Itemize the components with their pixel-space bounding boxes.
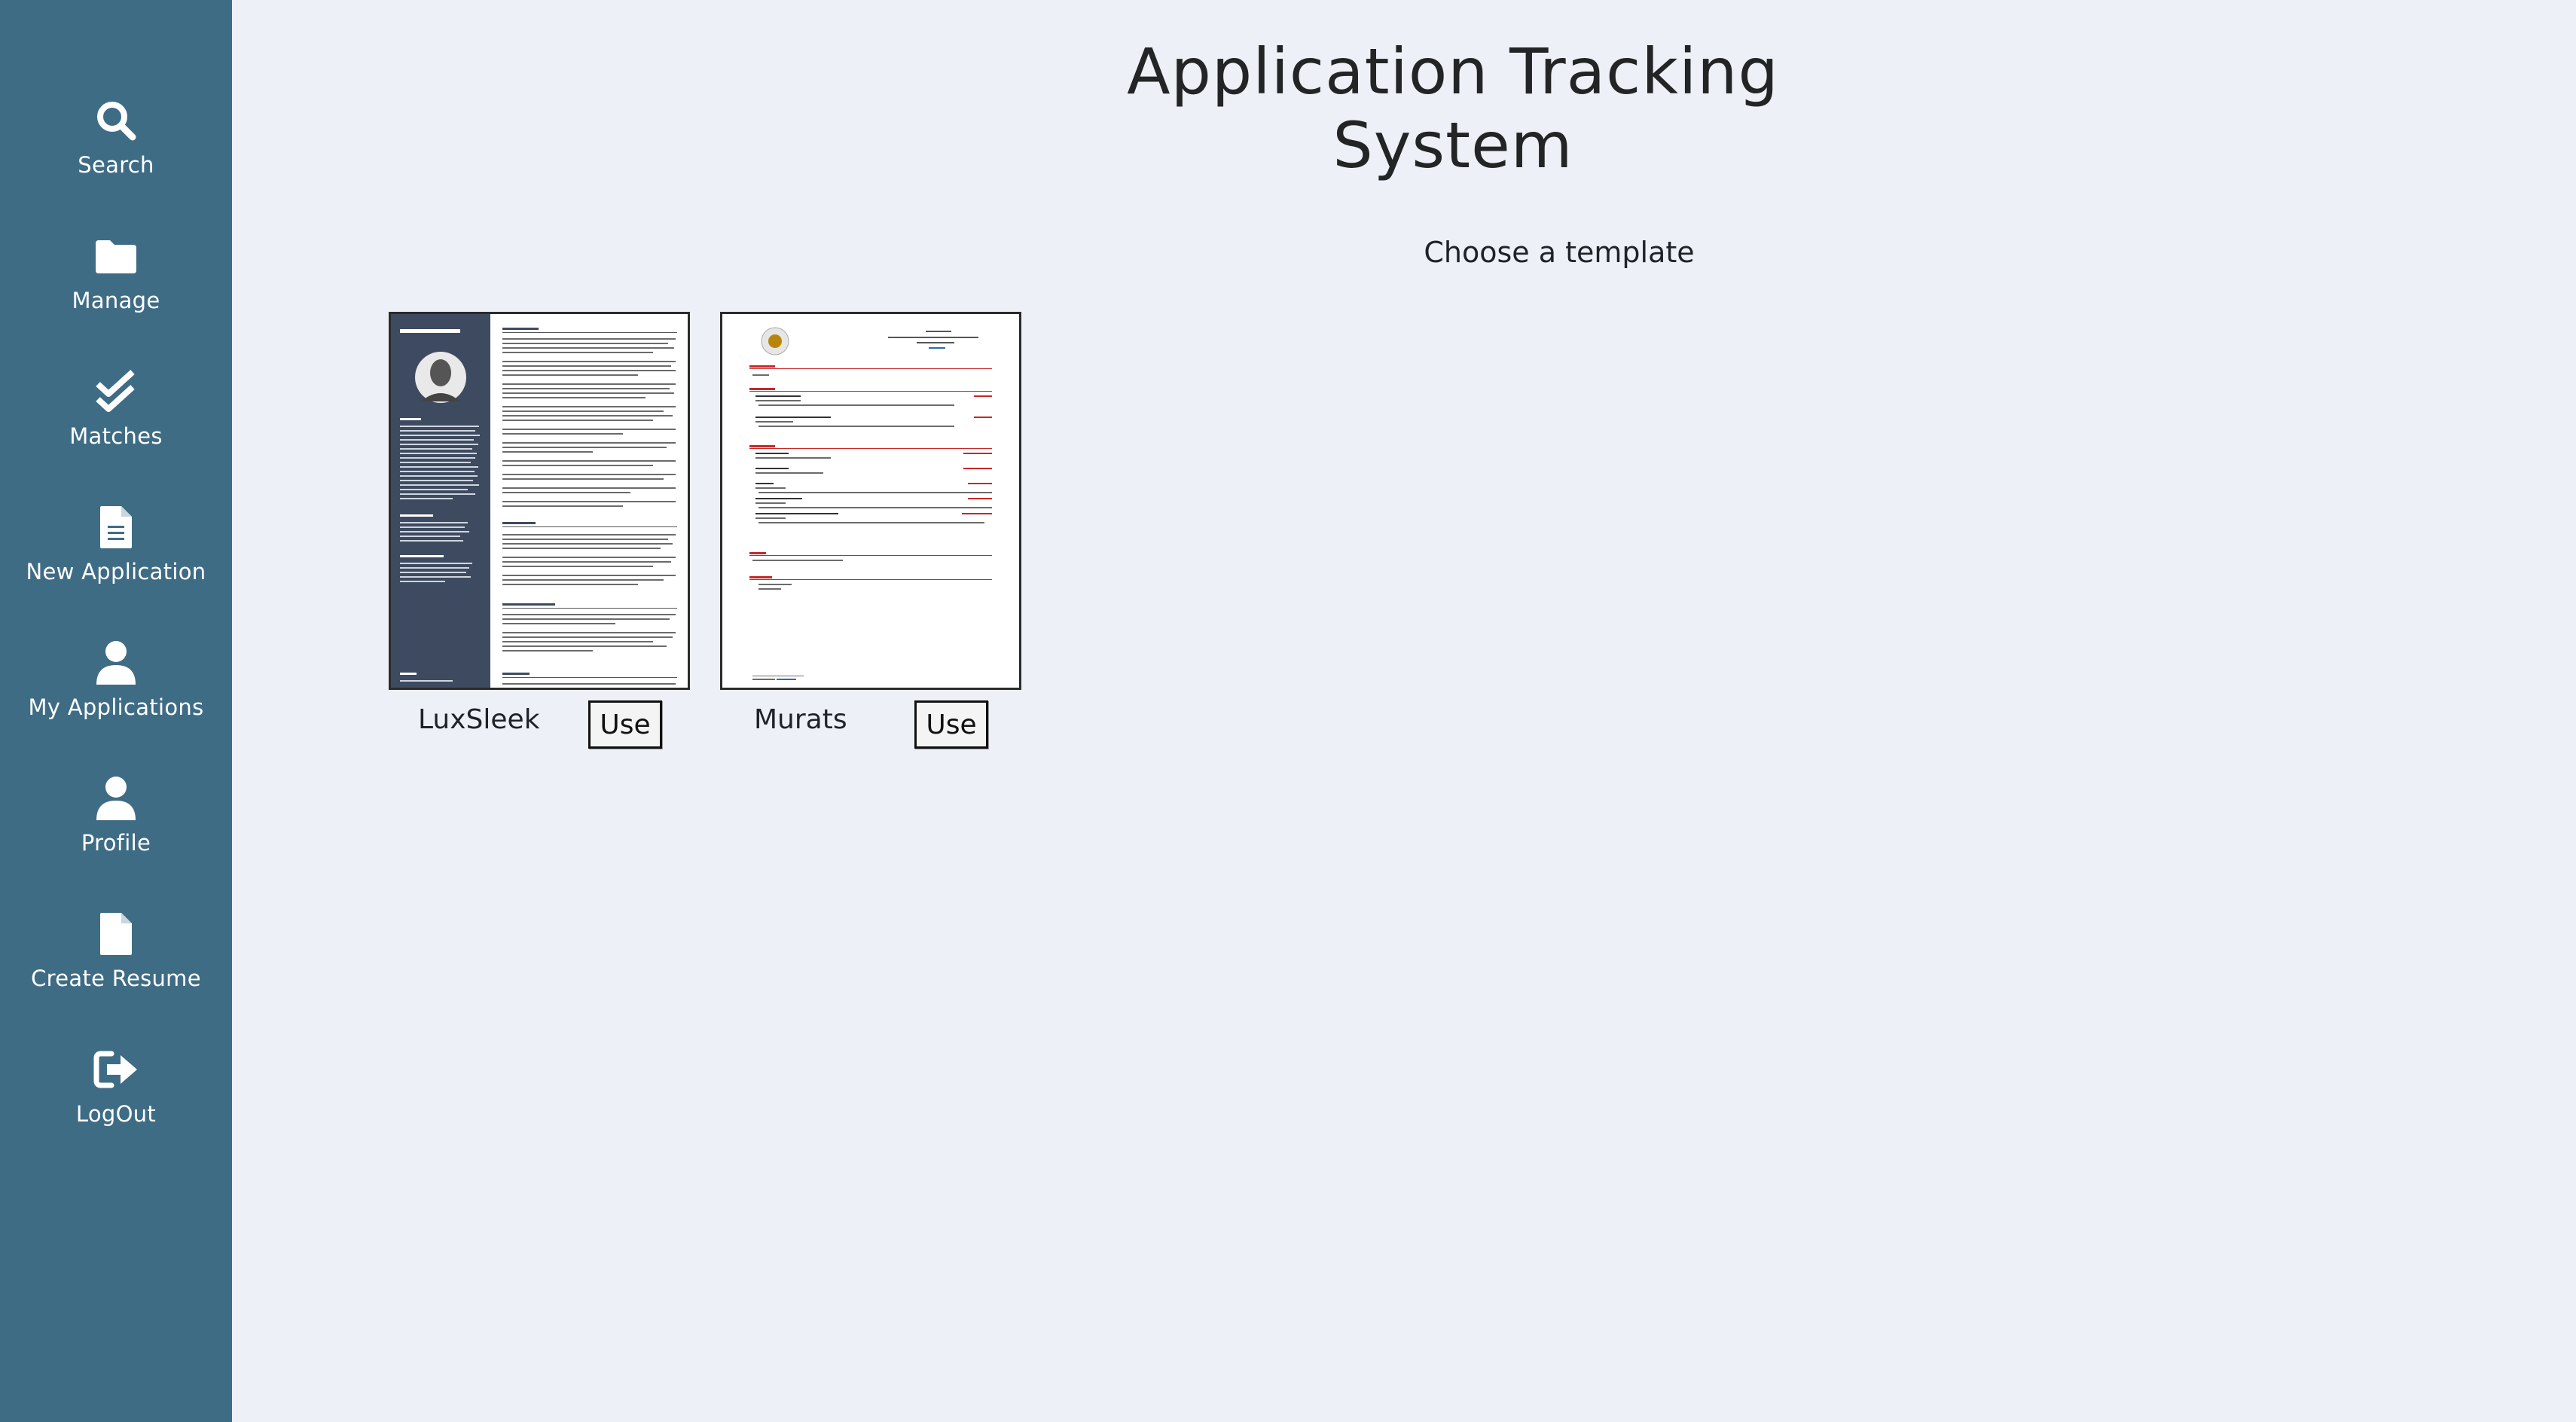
sidebar-item-search[interactable]: Search	[0, 96, 232, 209]
double-check-icon	[93, 368, 139, 416]
blank-document-icon	[93, 910, 139, 958]
luxsleek-preview-image	[391, 314, 688, 688]
logout-icon	[93, 1045, 139, 1094]
sidebar-item-my-applications[interactable]: My Applications	[0, 639, 232, 752]
folder-icon	[93, 232, 139, 280]
sidebar-item-label: Search	[78, 152, 154, 178]
sidebar-item-label: My Applications	[28, 694, 204, 720]
sidebar-item-manage[interactable]: Manage	[0, 232, 232, 345]
sidebar-item-new-application[interactable]: New Application	[0, 503, 232, 616]
sidebar-item-logout[interactable]: LogOut	[0, 1045, 232, 1158]
use-murats-button[interactable]: Use	[914, 700, 988, 749]
template-thumbnail-luxsleek[interactable]	[389, 312, 690, 690]
main-content: Application Tracking System Choose a tem…	[232, 0, 2576, 1422]
sidebar-item-label: Matches	[69, 423, 163, 449]
use-luxsleek-button[interactable]: Use	[588, 700, 662, 749]
sidebar-item-label: Manage	[72, 288, 160, 313]
template-thumbnail-murats[interactable]	[720, 312, 1021, 690]
template-name-luxsleek: LuxSleek	[418, 704, 540, 735]
sidebar-item-label: Profile	[81, 830, 151, 856]
sidebar-item-create-resume[interactable]: Create Resume	[0, 910, 232, 1023]
sidebar-item-label: LogOut	[75, 1101, 157, 1127]
user-icon	[93, 639, 139, 687]
sidebar: Search Manage Matches New Application My…	[0, 0, 232, 1422]
page-title: Application Tracking System	[1127, 35, 1779, 182]
choose-template-label: Choose a template	[1424, 236, 1695, 269]
sidebar-item-profile[interactable]: Profile	[0, 774, 232, 887]
sidebar-item-matches[interactable]: Matches	[0, 368, 232, 481]
sidebar-item-label: Create Resume	[31, 966, 201, 991]
document-icon	[93, 503, 139, 551]
search-icon	[93, 96, 139, 145]
user-icon	[93, 774, 139, 822]
template-name-murats: Murats	[754, 704, 847, 735]
murats-preview-image	[722, 314, 1019, 688]
sidebar-item-label: New Application	[26, 559, 206, 584]
